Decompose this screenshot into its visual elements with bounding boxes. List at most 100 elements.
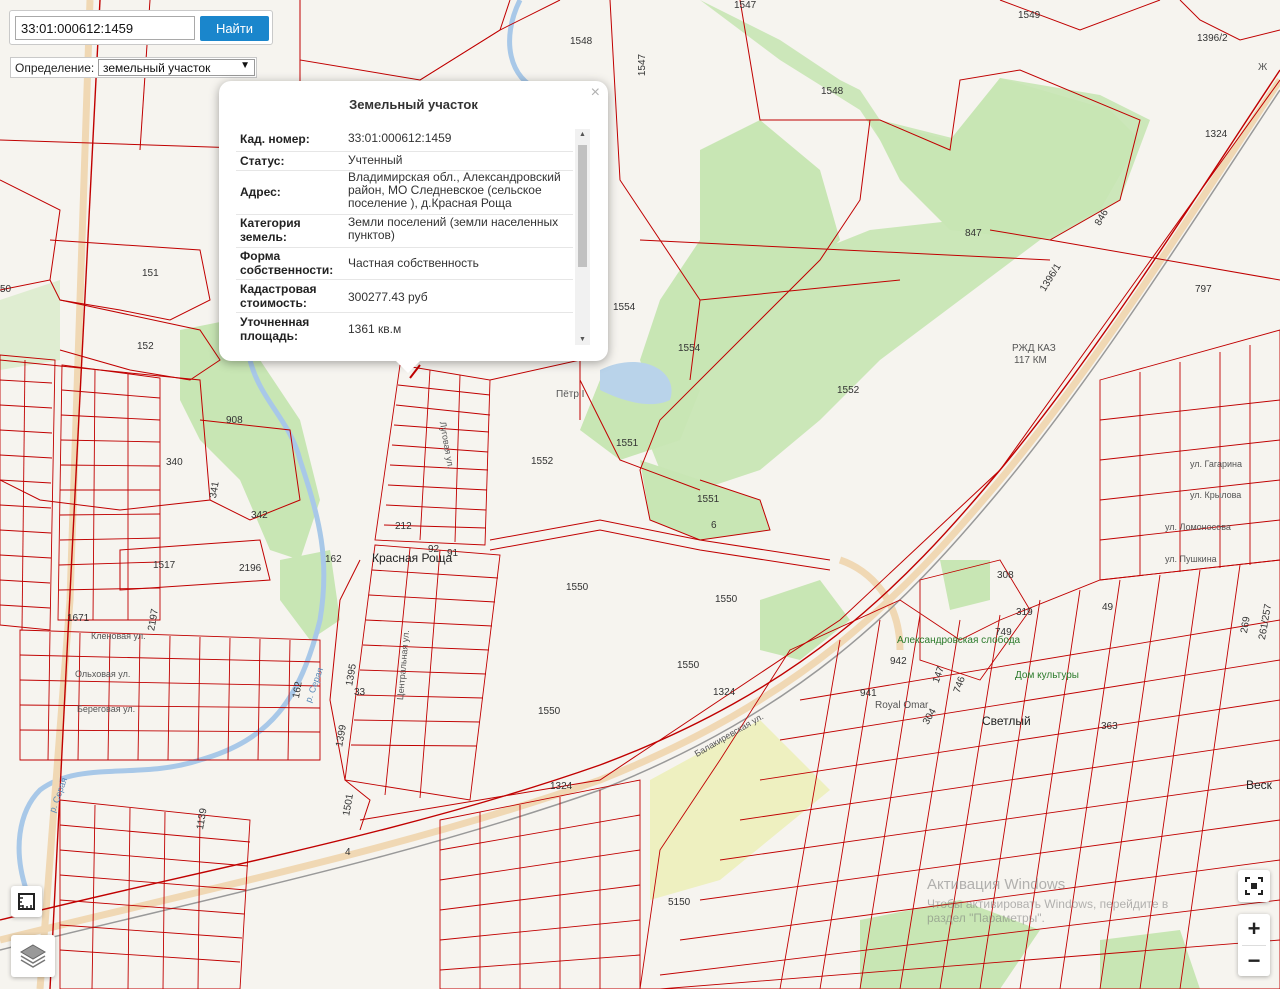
parcel-label: 1517 bbox=[153, 560, 176, 571]
info-value: Учтенный bbox=[348, 153, 403, 167]
search-panel: Найти bbox=[9, 10, 273, 45]
parcel-label: 847 bbox=[965, 228, 982, 239]
parcel-label: 1550 bbox=[677, 660, 700, 671]
poi-royal-omar: Royal Omar bbox=[875, 700, 929, 711]
parcel-label: 340 bbox=[166, 457, 183, 468]
parcel-label: 1552 bbox=[837, 385, 860, 396]
parcel-label: 1551 bbox=[697, 494, 720, 505]
zoom-out-button[interactable]: − bbox=[1238, 946, 1270, 976]
info-key: Статус: bbox=[240, 154, 285, 168]
info-key: Кадастровая стоимость: bbox=[240, 282, 317, 310]
parcel-label: 1396/2 bbox=[1197, 33, 1228, 44]
search-button[interactable]: Найти bbox=[200, 16, 269, 41]
popup-pointer bbox=[396, 361, 420, 373]
definition-select[interactable]: земельный участок ▼ bbox=[98, 59, 255, 76]
cadastral-number-input[interactable] bbox=[15, 16, 195, 40]
parcel-label: 308 bbox=[997, 570, 1014, 581]
info-value: Земли поселений (земли населенных пункто… bbox=[348, 215, 559, 242]
parcel-info-popup: × Земельный участок Кад. номер: 33:01:00… bbox=[219, 81, 608, 373]
info-row: Уточненная площадь: 1361 кв.м bbox=[236, 312, 573, 345]
windows-watermark: Активация Windows Чтобы активировать Win… bbox=[927, 876, 1168, 925]
street-klenovaya: Кленовая ул. bbox=[91, 631, 146, 641]
definition-label: Определение: bbox=[15, 61, 95, 75]
parcel-label: 797 bbox=[1195, 284, 1212, 295]
parcel-label: 1551 bbox=[616, 438, 639, 449]
parcel-label: 6 bbox=[711, 520, 717, 531]
parcel-label: 363 bbox=[1101, 721, 1118, 732]
info-key: Адрес: bbox=[240, 185, 281, 199]
info-value: 300277.43 руб bbox=[348, 290, 428, 304]
parcel-label: 1547 bbox=[637, 53, 649, 77]
info-row: Статус: Учтенный bbox=[236, 151, 573, 171]
street-pushkina: ул. Пушкина bbox=[1165, 554, 1217, 564]
poi-aleksandrovskaya-sloboda: Александровская слобода bbox=[897, 635, 1021, 646]
info-row: Форма собственности: Частная собственнос… bbox=[236, 247, 573, 280]
parcel-label: 1550 bbox=[538, 706, 561, 717]
poi-dom-kultury: Дом культуры bbox=[1015, 670, 1079, 681]
parcel-label: 162 bbox=[325, 554, 342, 565]
zoom-in-button[interactable]: + bbox=[1238, 914, 1270, 944]
parcel-label: 1324 bbox=[550, 781, 573, 792]
parcel-label: 1549 bbox=[1018, 10, 1041, 21]
info-key: Кад. номер: bbox=[240, 132, 310, 146]
parcel-label: 908 bbox=[226, 415, 243, 426]
info-value: 33:01:000612:1459 bbox=[348, 131, 452, 145]
watermark-line3: раздел "Параметры". bbox=[927, 911, 1045, 925]
parcel-label: 152 bbox=[137, 341, 154, 352]
ruler-icon bbox=[18, 893, 35, 910]
scroll-down-icon[interactable]: ▼ bbox=[579, 336, 586, 343]
definition-panel: Определение: земельный участок ▼ bbox=[10, 57, 257, 78]
parcel-label: 5150 bbox=[668, 897, 691, 908]
info-key: Форма собственности: bbox=[240, 249, 334, 277]
info-key: Категория земель: bbox=[240, 216, 301, 244]
zoom-control: + − bbox=[1238, 914, 1270, 976]
scroll-up-icon[interactable]: ▲ bbox=[579, 131, 586, 138]
parcel-label: 49 bbox=[1102, 602, 1114, 613]
info-row: Кадастровая стоимость: 300277.43 руб bbox=[236, 279, 573, 313]
parcel-label: 1554 bbox=[613, 302, 636, 313]
poi-petr: Пётр I bbox=[556, 389, 585, 400]
watermark-line2: Чтобы активировать Windows, перейдите в bbox=[927, 897, 1169, 911]
parcel-label: 212 bbox=[395, 521, 412, 532]
chevron-down-icon: ▼ bbox=[240, 60, 250, 71]
parcel-label: 1548 bbox=[570, 36, 593, 47]
parcel-label: 1324 bbox=[1205, 129, 1228, 140]
info-value: Владимирская обл., Александровский район… bbox=[348, 170, 561, 210]
info-row: Адрес: Владимирская обл., Александровски… bbox=[236, 170, 573, 215]
parcel-label: 941 bbox=[860, 688, 877, 699]
place-svetly: Светлый bbox=[982, 714, 1031, 728]
cadastral-map[interactable] bbox=[0, 0, 1280, 989]
info-row: Кад. номер: 33:01:000612:1459 bbox=[236, 129, 573, 152]
info-row: Категория земель: Земли поселений (земли… bbox=[236, 214, 573, 248]
street-lomonosova: ул. Ломоносова bbox=[1165, 522, 1231, 532]
parcel-label: 1552 bbox=[531, 456, 554, 467]
layers-button[interactable] bbox=[11, 935, 55, 977]
parcel-label: 2196 bbox=[239, 563, 262, 574]
parcel-label: 1548 bbox=[821, 86, 844, 97]
street-gagarina: ул. Гагарина bbox=[1190, 459, 1243, 469]
street-krylova: ул. Крылова bbox=[1190, 490, 1242, 500]
popup-scrollbar[interactable]: ▲ ▼ bbox=[575, 129, 590, 345]
place-krasnaya-roshcha: Красная Роща bbox=[372, 551, 453, 565]
street-olkhovaya: Ольховая ул. bbox=[75, 669, 131, 679]
parcel-label: 4 bbox=[345, 847, 351, 858]
scrollbar-thumb[interactable] bbox=[578, 145, 587, 267]
street-beregovaya: Береговая ул. bbox=[77, 704, 136, 714]
info-key: Уточненная площадь: bbox=[240, 315, 310, 343]
parcel-label: 1550 bbox=[715, 594, 738, 605]
km-marker: 117 КМ bbox=[1014, 355, 1047, 366]
info-value: 1361 кв.м bbox=[348, 322, 402, 336]
popup-title: Земельный участок bbox=[349, 97, 478, 112]
rzd-station: РЖД КАЗ bbox=[1012, 343, 1056, 354]
parcel-label: 33 bbox=[354, 687, 366, 698]
parcel-label: 1547 bbox=[734, 0, 757, 11]
definition-select-value: земельный участок bbox=[103, 61, 211, 75]
parcel-label: 1324 bbox=[713, 687, 736, 698]
parcel-label: 319 bbox=[1016, 607, 1033, 618]
parcel-label: 1671 bbox=[67, 613, 90, 624]
measure-tool-button[interactable] bbox=[11, 886, 42, 917]
parcel-label: 942 bbox=[890, 656, 907, 667]
layers-icon bbox=[20, 944, 46, 968]
popup-body[interactable]: Кад. номер: 33:01:000612:1459 Статус: Уч… bbox=[236, 129, 590, 345]
fullscreen-button[interactable] bbox=[1238, 870, 1270, 902]
